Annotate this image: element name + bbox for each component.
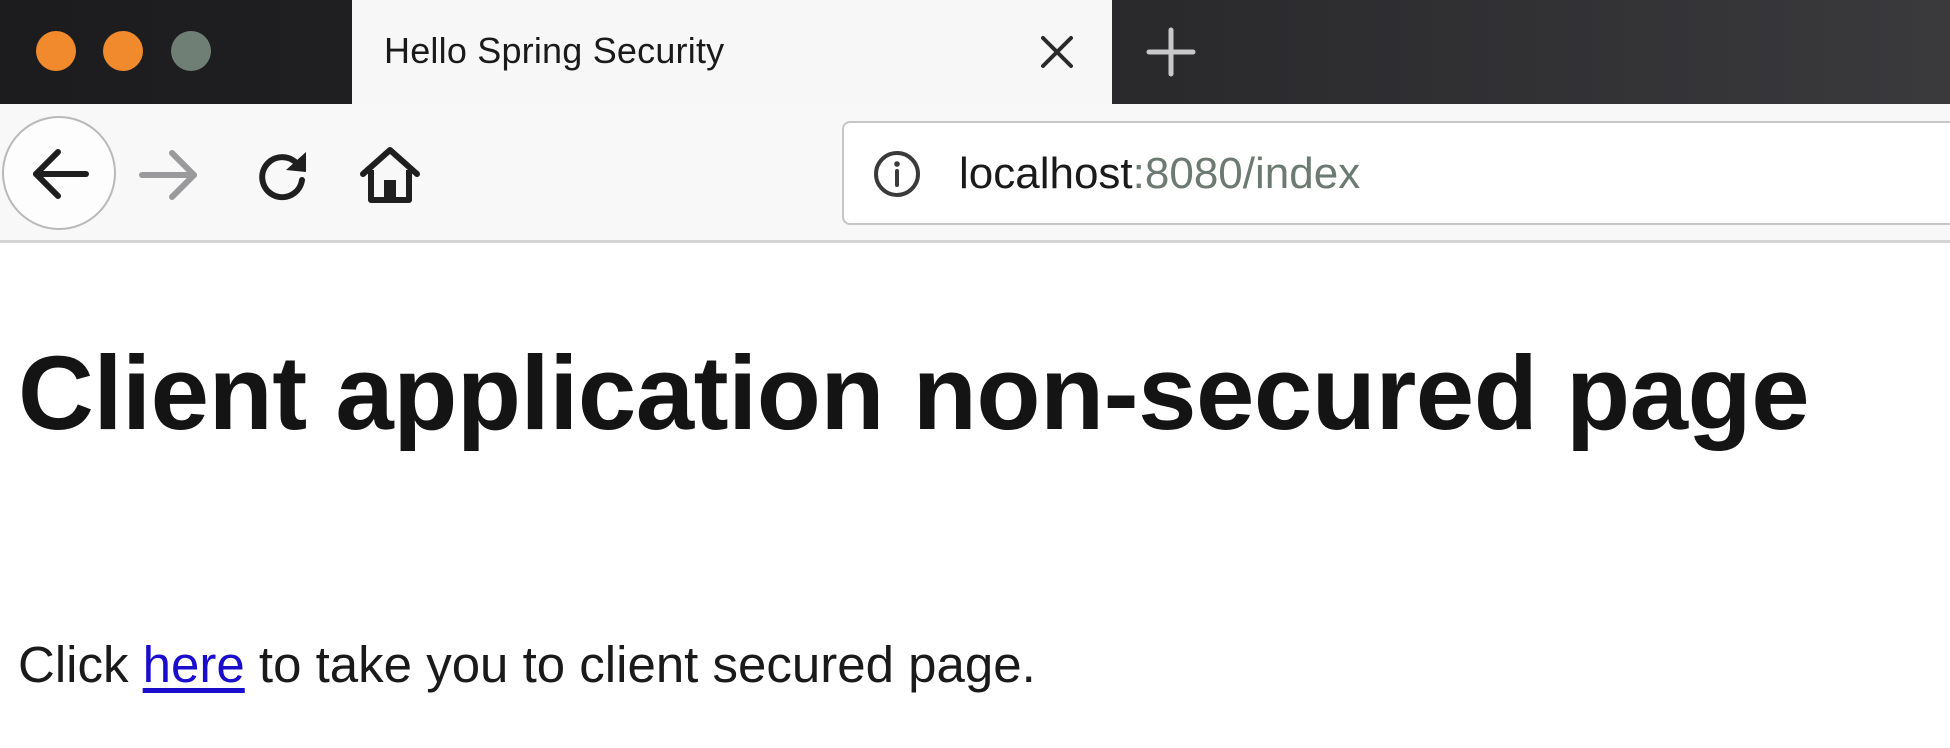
tab-title: Hello Spring Security xyxy=(384,30,725,71)
page-heading: Client application non-secured page xyxy=(18,335,1810,452)
window-close-button[interactable] xyxy=(36,31,76,71)
reload-icon[interactable] xyxy=(252,144,314,206)
arrow-left-icon xyxy=(33,149,89,199)
paragraph-text-after: to take you to client secured page. xyxy=(244,636,1036,693)
page-paragraph: Click here to take you to client secured… xyxy=(18,635,1036,694)
url-host: localhost xyxy=(959,149,1133,198)
paragraph-text-before: Click xyxy=(18,636,143,693)
tab-strip: Hello Spring Security xyxy=(0,0,1950,104)
info-icon[interactable] xyxy=(872,149,922,199)
window-minimize-button[interactable] xyxy=(103,31,143,71)
url-text[interactable]: localhost:8080/index xyxy=(959,149,1360,199)
back-button[interactable] xyxy=(2,116,116,230)
active-tab[interactable]: Hello Spring Security xyxy=(352,0,1112,104)
navigation-toolbar: localhost:8080/index xyxy=(0,104,1950,243)
url-path: :8080/index xyxy=(1132,149,1361,198)
plus-icon[interactable] xyxy=(1145,26,1197,78)
here-link[interactable]: here xyxy=(143,636,245,693)
window-maximize-button[interactable] xyxy=(171,31,211,71)
arrow-right-icon[interactable] xyxy=(138,147,202,203)
home-icon[interactable] xyxy=(357,142,423,208)
close-icon[interactable] xyxy=(1035,30,1079,74)
address-bar[interactable]: localhost:8080/index xyxy=(842,121,1950,225)
page-content: Client application non-secured page Clic… xyxy=(0,246,1950,748)
